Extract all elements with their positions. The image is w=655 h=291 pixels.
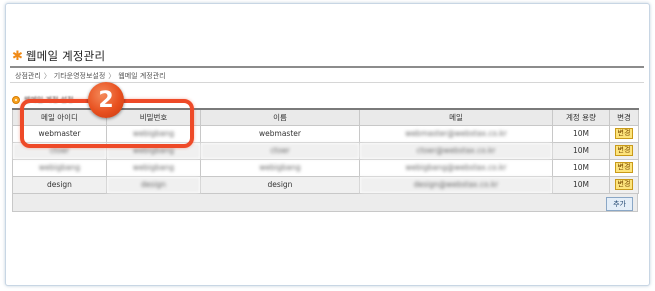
cell-email: webigbang@webstax.co.kr (359, 158, 553, 177)
cell-mail-id: design (12, 175, 107, 194)
cell-action: 변경 (609, 141, 639, 160)
annotation-step-badge: 2 (88, 82, 124, 118)
breadcrumb-separator: 〉 (108, 72, 116, 80)
table-footer: 추가 (12, 194, 638, 212)
change-button[interactable]: 변경 (614, 162, 634, 173)
breadcrumb-item[interactable]: 기타운영정보설정 (54, 71, 106, 81)
page-title: 웹메일 계정관리 (25, 49, 106, 63)
breadcrumb-item: 웹메일 계정관리 (118, 72, 166, 80)
change-button[interactable]: 변경 (614, 128, 634, 139)
change-button[interactable]: 변경 (614, 179, 634, 190)
cell-quota: 10M (552, 158, 610, 177)
cell-name: ctoer (200, 141, 360, 160)
cell-email: webmaster@webstax.co.kr (359, 124, 553, 143)
cell-quota: 10M (552, 124, 610, 143)
breadcrumb: 상점관리 〉 기타운영정보설정 〉 웹메일 계정관리 (15, 71, 166, 81)
cell-name: design (200, 175, 360, 194)
breadcrumb-item[interactable]: 상점관리 (15, 71, 41, 81)
page-header: ✱ 웹메일 계정관리 (12, 48, 105, 64)
asterisk-icon: ✱ (12, 48, 23, 64)
cell-email: ctoer@webstax.co.kr (359, 141, 553, 160)
column-header-quota: 계정 용량 (552, 108, 610, 126)
column-header-change: 변경 (609, 108, 639, 126)
add-account-button[interactable]: 추가 (606, 197, 633, 211)
cell-password: webigbang (106, 158, 201, 177)
cell-name: webigbang (200, 158, 360, 177)
title-divider (10, 66, 644, 68)
cell-quota: 10M (552, 175, 610, 194)
cell-action: 변경 (609, 175, 639, 194)
table-row: design design design design@webstax.co.k… (12, 175, 639, 194)
cell-action: 변경 (609, 124, 639, 143)
cell-mail-id: webigbang (12, 158, 107, 177)
cell-password: design (106, 175, 201, 194)
column-header-name: 이름 (200, 108, 360, 126)
cell-name: webmaster (200, 124, 360, 143)
column-header-email: 메일 (359, 108, 553, 126)
cell-action: 변경 (609, 158, 639, 177)
bullet-circle-icon (12, 96, 20, 104)
change-button[interactable]: 변경 (614, 145, 634, 156)
breadcrumb-separator: 〉 (43, 72, 51, 80)
cell-quota: 10M (552, 141, 610, 160)
table-row: webigbang webigbang webigbang webigbang@… (12, 158, 639, 177)
cell-email: design@webstax.co.kr (359, 175, 553, 194)
